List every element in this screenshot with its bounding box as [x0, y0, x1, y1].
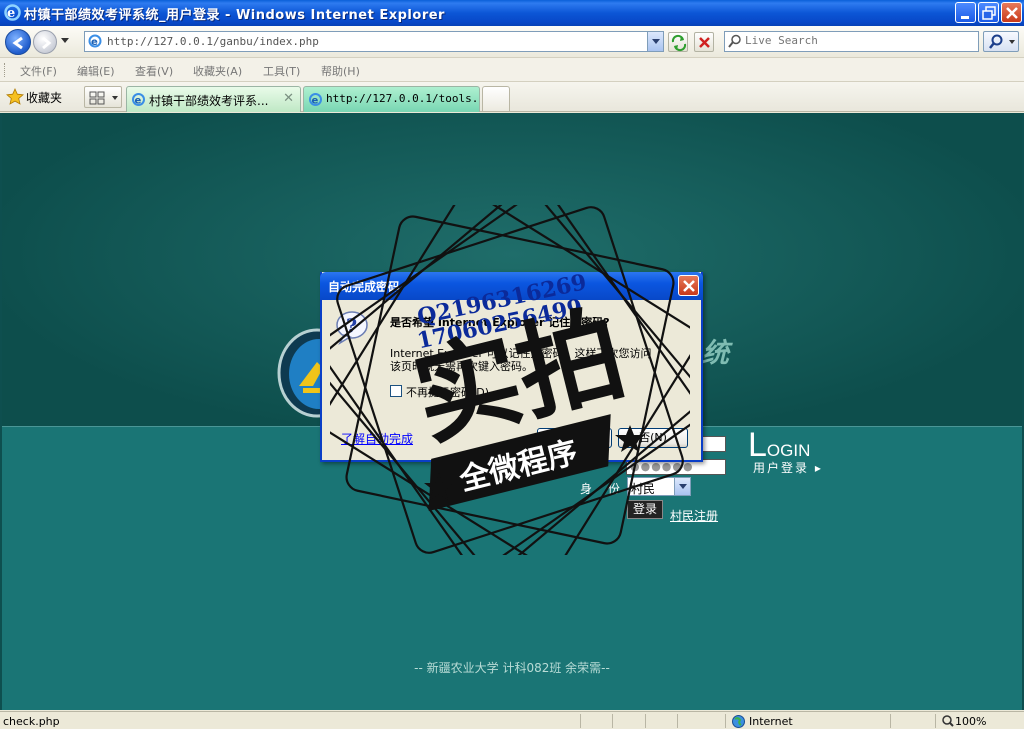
tab-label: http://127.0.0.1/tools... [326, 92, 476, 105]
dialog-message: Internet Explorer 可以记住此密码，这样下次您访问 该页时就无需… [390, 347, 690, 373]
ie-page-icon: e [88, 34, 102, 48]
quick-tabs-button[interactable] [84, 86, 122, 108]
login-heading-rest: OGIN [766, 441, 811, 460]
new-tab-button[interactable] [482, 86, 510, 111]
back-arrow-icon [12, 36, 23, 50]
favorites-center-button[interactable]: 收藏夹 [26, 89, 62, 106]
stop-button[interactable] [694, 32, 714, 52]
status-separator [645, 714, 646, 728]
dialog-question: 是否希望 Internet Explorer 记住此密码? [390, 316, 610, 329]
svg-text:e: e [312, 96, 319, 107]
menu-view[interactable]: 查看(V) [135, 63, 173, 79]
role-select[interactable]: 村民 [627, 477, 691, 496]
tab-tools-page[interactable]: e http://127.0.0.1/tools... [303, 86, 480, 112]
dialog-title: 自动完成密码 [328, 280, 401, 294]
search-go-button[interactable] [983, 31, 1019, 52]
role-selected-value: 村民 [631, 482, 656, 496]
search-field[interactable] [724, 31, 979, 52]
search-icon [989, 34, 1015, 49]
restore-button[interactable] [978, 2, 999, 23]
stop-icon [699, 37, 710, 48]
minimize-icon [961, 16, 969, 19]
search-icon [728, 34, 741, 48]
window-titlebar[interactable]: e 村镇干部绩效考评系统_用户登录 - Windows Internet Exp… [0, 0, 1024, 26]
forward-button[interactable] [33, 30, 57, 54]
menu-edit[interactable]: 编辑(E) [77, 63, 115, 79]
zoom-magnifier-icon [942, 715, 954, 727]
close-icon [683, 280, 695, 292]
ie-page-icon: e [132, 93, 145, 107]
menubar-grip[interactable] [4, 63, 6, 77]
checkbox-box[interactable] [390, 385, 402, 397]
chevron-down-icon [679, 484, 687, 489]
tab-login-page[interactable]: e 村镇干部绩效考评系... ✕ [126, 86, 301, 112]
question-icon: ? [336, 311, 368, 345]
back-button[interactable] [5, 29, 31, 55]
register-link[interactable]: 村民注册 [670, 507, 718, 524]
restore-icon [982, 6, 996, 20]
site-title: 统 [702, 338, 729, 369]
quick-tabs-icon [89, 91, 118, 105]
zoom-level[interactable]: 100% [955, 715, 986, 728]
dialog-message-line: Internet Explorer 可以记住此密码，这样下次您访问 [390, 347, 652, 360]
status-separator [677, 714, 678, 728]
tab-bar: 收藏夹 e 村镇干部绩效考评系... ✕ e http://127.0.0.1/… [0, 82, 1024, 112]
ie-page-icon: e [309, 93, 322, 107]
role-dropdown-button[interactable] [674, 478, 690, 495]
tab-label: 村镇干部绩效考评系... [149, 94, 269, 108]
status-separator [935, 714, 936, 728]
autocomplete-password-dialog[interactable]: 自动完成密码 ? 是否希望 Internet Explorer 记住此密码? I… [320, 272, 703, 462]
svg-text:e: e [7, 6, 15, 21]
internet-zone-globe-icon [732, 715, 745, 728]
checkbox-label[interactable]: 不再提示密码(D) [406, 384, 489, 400]
close-window-button[interactable] [1001, 2, 1022, 23]
favorites-star-icon[interactable] [6, 88, 24, 105]
svg-text:e: e [135, 96, 142, 107]
dialog-titlebar[interactable]: 自动完成密码 [320, 272, 703, 300]
page-footer: -- 新疆农业大学 计科082班 余荣需-- [414, 661, 610, 675]
address-url[interactable]: http://127.0.0.1/ganbu/index.php [107, 35, 319, 48]
yes-button[interactable]: 是(Y) [537, 428, 612, 448]
menu-tools[interactable]: 工具(T) [263, 63, 300, 79]
menu-help[interactable]: 帮助(H) [321, 63, 360, 79]
window-title: 村镇干部绩效考评系统_用户登录 - Windows Internet Explo… [24, 8, 445, 23]
status-text: check.php [3, 715, 60, 728]
svg-text:e: e [91, 37, 98, 48]
forward-arrow-icon [42, 36, 52, 50]
address-field[interactable]: e http://127.0.0.1/ganbu/index.php [84, 31, 664, 52]
chevron-down-icon [652, 39, 660, 44]
role-label: 身 份 [580, 482, 626, 496]
login-subheading: 用户登录 ▸ [753, 461, 823, 475]
dialog-message-line: 该页时就无需再次键入密码。 [390, 360, 533, 373]
status-separator [725, 714, 726, 728]
status-bar: check.php Internet 100% [0, 711, 1024, 729]
menu-favorites[interactable]: 收藏夹(A) [193, 63, 242, 79]
close-icon [1006, 7, 1018, 19]
login-button[interactable]: 登录 [627, 500, 663, 519]
navigation-bar: e http://127.0.0.1/ganbu/index.php [0, 26, 1024, 58]
status-separator [890, 714, 891, 728]
dialog-close-button[interactable] [678, 275, 699, 296]
refresh-icon [671, 34, 687, 52]
address-dropdown-button[interactable] [647, 32, 663, 51]
recent-pages-dropdown-icon[interactable] [60, 37, 70, 45]
refresh-button[interactable] [668, 32, 688, 52]
learn-autocomplete-link[interactable]: 了解自动完成 [341, 430, 413, 447]
no-button[interactable]: 否(N) [618, 428, 688, 448]
menu-file[interactable]: 文件(F) [20, 63, 57, 79]
status-separator [580, 714, 581, 728]
menu-bar: 文件(F) 编辑(E) 查看(V) 收藏夹(A) 工具(T) 帮助(H) [0, 58, 1024, 82]
ie-logo-icon: e [4, 4, 21, 21]
status-separator [612, 714, 613, 728]
security-zone[interactable]: Internet [749, 715, 793, 728]
search-input[interactable] [745, 34, 975, 47]
username-input[interactable] [700, 436, 726, 452]
minimize-button[interactable] [955, 2, 976, 23]
svg-text:?: ? [346, 315, 357, 337]
close-tab-icon[interactable]: ✕ [283, 91, 294, 106]
